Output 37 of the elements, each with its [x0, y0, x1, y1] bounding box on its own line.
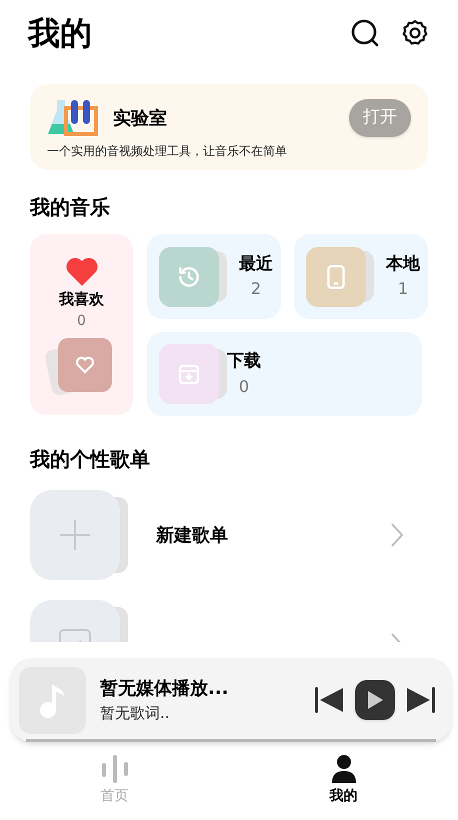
chevron-right-icon — [390, 522, 404, 548]
music-card-label: 本地 — [386, 252, 420, 276]
heart-icon — [64, 256, 98, 286]
lab-description: 一个实用的音视频处理工具，让音乐不在简单 — [47, 143, 288, 160]
search-icon[interactable] — [350, 18, 380, 48]
music-card-label: 最近 — [239, 252, 273, 276]
playlist-row[interactable]: 新建歌单 — [30, 490, 428, 580]
music-card-count: 0 — [238, 376, 250, 398]
lab-flask-icon — [47, 98, 99, 138]
page-title: 我的 — [28, 13, 92, 54]
heart-outline-icon — [74, 356, 94, 374]
music-card[interactable]: 最近 2 — [147, 234, 281, 319]
playlist-label: 新建歌单 — [156, 524, 228, 548]
mini-player[interactable]: 暂无媒体播放... 暂无歌词.. — [10, 658, 452, 742]
lyrics-text: 暂无歌词.. — [100, 703, 171, 724]
person-icon — [330, 754, 356, 784]
previous-icon[interactable] — [315, 686, 345, 714]
plus-icon — [59, 519, 91, 551]
lab-title: 实验室 — [113, 106, 167, 130]
phone-icon — [326, 264, 346, 290]
sound-bars-icon — [100, 754, 130, 784]
music-card-count: 1 — [398, 278, 408, 300]
play-button[interactable] — [355, 680, 395, 720]
music-card[interactable]: 本地 1 — [294, 234, 428, 319]
music-card-count: 2 — [250, 278, 262, 300]
music-card[interactable]: 下载 0 — [147, 332, 422, 416]
favorites-card[interactable]: 我喜欢 0 — [30, 234, 133, 415]
music-card-label: 下载 — [227, 350, 261, 374]
favorites-label: 我喜欢 — [59, 289, 104, 310]
download-box-icon — [177, 362, 201, 386]
next-icon[interactable] — [405, 686, 435, 714]
section-heading: 我的个性歌单 — [30, 446, 151, 473]
play-icon — [367, 691, 383, 709]
section-heading: 我的音乐 — [30, 194, 111, 221]
nav-tab[interactable]: 我的 — [229, 754, 458, 807]
favorites-count: 0 — [77, 312, 86, 330]
track-title: 暂无媒体播放... — [100, 677, 229, 702]
